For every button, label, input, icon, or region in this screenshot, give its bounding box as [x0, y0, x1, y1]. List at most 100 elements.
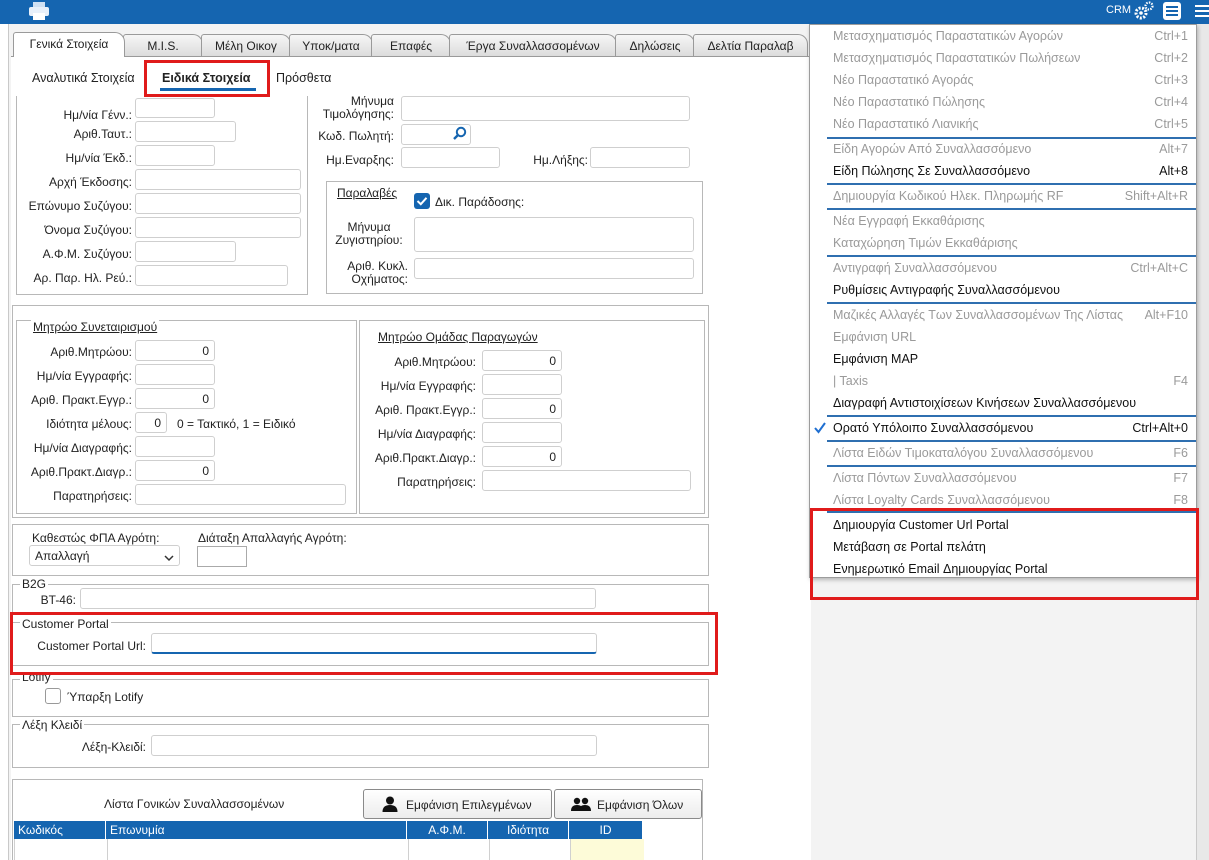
right-panel-edge: [1196, 24, 1209, 860]
menu-item-purchase-transform[interactable]: Μετασχηματισμός Παραστατικών Αγορών Ctrl+…: [810, 25, 1196, 47]
coop-del-act-label: Αριθ.Πρακτ.Διαγρ.:: [30, 465, 132, 479]
subtab-analytic[interactable]: Αναλυτικά Στοιχεία: [32, 71, 135, 85]
prod-act-no-input[interactable]: 0: [482, 398, 562, 419]
id-no-input[interactable]: [135, 121, 236, 142]
menu-item-points-list[interactable]: Λίστα Πόντων Συναλλασσόμενου F7: [810, 467, 1196, 489]
spouse-name-input[interactable]: [135, 217, 301, 238]
lotify-checkbox[interactable]: [45, 688, 61, 704]
prod-act-no-label: Αριθ. Πρακτ.Εγγρ.:: [375, 403, 476, 417]
side-menu-icon[interactable]: [1194, 2, 1209, 20]
printer-icon[interactable]: [28, 2, 50, 20]
vat-exemption-input[interactable]: [197, 546, 247, 567]
menu-item-copy-settings[interactable]: Ρυθμίσεις Αντιγραφής Συναλλασσόμενου: [810, 279, 1196, 301]
show-all-button[interactable]: Εμφάνιση Όλων: [554, 789, 702, 819]
end-date-input[interactable]: [590, 147, 690, 168]
show-all-label: Εμφάνιση Όλων: [597, 798, 684, 812]
col-vat[interactable]: Α.Φ.Μ.: [407, 821, 488, 839]
show-selected-label: Εμφάνιση Επιλεγμένων: [406, 798, 532, 812]
tab-receipts[interactable]: Δελτία Παραλαβ: [693, 34, 808, 56]
billing-message-input[interactable]: [401, 96, 690, 121]
menu-item-copy-customer[interactable]: Αντιγραφή Συναλλασσόμενου Ctrl+Alt+C: [810, 257, 1196, 279]
tab-general[interactable]: Γενικά Στοιχεία: [13, 32, 125, 57]
coop-del-date-label: Ημ/νία Διαγραφής:: [33, 441, 132, 455]
coop-notes-input[interactable]: [135, 484, 346, 505]
spouse-surname-input[interactable]: [135, 193, 301, 214]
menu-item-delete-matches[interactable]: Διαγραφή Αντιστοιχίσεων Κινήσεων Συναλλα…: [810, 392, 1196, 414]
prod-notes-input[interactable]: [482, 470, 691, 491]
grid-line: [107, 839, 108, 860]
scale-message-input[interactable]: [414, 217, 694, 252]
tab-contacts[interactable]: Επαφές: [371, 34, 451, 56]
coop-act-no-input[interactable]: 0: [135, 388, 215, 409]
prod-del-act-input[interactable]: 0: [482, 446, 562, 467]
menu-item-new-retail[interactable]: Νέο Παραστατικό Λιανικής Ctrl+5: [810, 113, 1196, 135]
prod-del-date-input[interactable]: [482, 422, 562, 443]
menu-item-show-map[interactable]: Εμφάνιση MAP: [810, 348, 1196, 370]
menu-item-clearing-prices[interactable]: Καταχώρηση Τιμών Εκκαθάρισης: [810, 232, 1196, 254]
coop-member-type-input[interactable]: 0: [135, 412, 167, 433]
menu-item-taxis[interactable]: | Taxis F4: [810, 370, 1196, 392]
vat-status-select[interactable]: Απαλλαγή: [29, 545, 180, 566]
coop-notes-label: Παρατηρήσεις:: [53, 489, 132, 503]
highlight-portal: [10, 612, 718, 675]
chevron-down-icon: [164, 551, 174, 565]
bt46-input[interactable]: [80, 588, 596, 609]
issuing-authority-input[interactable]: [135, 169, 301, 190]
menu-item-pricelist-items[interactable]: Λίστα Ειδών Τιμοκαταλόγου Συναλλασσόμενο…: [810, 442, 1196, 464]
col-id[interactable]: ID: [569, 821, 643, 839]
menu-item-purchased-items[interactable]: Είδη Αγορών Από Συναλλασσόμενο Alt+7: [810, 138, 1196, 160]
menu-item-new-clearing[interactable]: Νέα Εγγραφή Εκκαθάρισης: [810, 210, 1196, 232]
tab-projects[interactable]: Έργα Συναλλασσομένων: [449, 34, 617, 56]
id-no-label: Αριθ.Ταυτ.:: [73, 127, 132, 141]
table-row[interactable]: [14, 839, 644, 860]
menu-icon[interactable]: [1161, 1, 1183, 21]
col-name[interactable]: Επωνυμία: [106, 821, 407, 839]
prod-del-date-label: Ημ/νία Διαγραφής:: [377, 427, 476, 441]
delivery-right-label: Δικ. Παράδοσης:: [435, 195, 525, 209]
coop-reg-date-input[interactable]: [135, 364, 215, 385]
tab-declarations[interactable]: Δηλώσεις: [615, 34, 695, 56]
prod-reg-date-input[interactable]: [482, 374, 562, 395]
menu-item-visible-balance[interactable]: Ορατό Υπόλοιπο Συναλλασσόμενου Ctrl+Alt+0: [810, 417, 1196, 439]
coop-member-type-label: Ιδιότητα μέλους:: [46, 417, 132, 431]
keyword-input[interactable]: [151, 735, 597, 756]
b2g-legend: B2G: [20, 577, 49, 591]
coop-del-date-input[interactable]: [135, 436, 215, 457]
menu-item-show-url[interactable]: Εμφάνιση URL: [810, 326, 1196, 348]
menu-item-rf-code[interactable]: Δημιουργία Κωδικού Ηλεκ. Πληρωμής RF Shif…: [810, 185, 1196, 207]
grid-line: [489, 839, 490, 860]
coop-del-act-input[interactable]: 0: [135, 460, 215, 481]
lotify-label: Ύπαρξη Lotify: [67, 690, 144, 704]
gear-icon[interactable]: [1133, 1, 1155, 21]
subtab-extra[interactable]: Πρόσθετα: [276, 71, 331, 85]
prod-reg-no-input[interactable]: 0: [482, 350, 562, 371]
menu-item-sold-items[interactable]: Είδη Πώλησης Σε Συναλλασσόμενο Alt+8: [810, 160, 1196, 182]
coop-member-hint: 0 = Τακτικό, 1 = Ειδικό: [177, 417, 296, 431]
salesman-label: Κωδ. Πωλητή:: [318, 129, 394, 143]
vehicle-plate-input[interactable]: [414, 258, 694, 279]
spouse-vat-input[interactable]: [135, 241, 236, 262]
id-cell[interactable]: [570, 839, 644, 860]
birth-date-input[interactable]: [135, 98, 215, 118]
tab-family[interactable]: Μέλη Οικογ: [201, 34, 291, 56]
search-icon[interactable]: [452, 126, 468, 142]
menu-item-new-purchase[interactable]: Νέο Παραστατικό Αγοράς Ctrl+3: [810, 69, 1196, 91]
col-code[interactable]: Κωδικός: [14, 821, 106, 839]
menu-item-sales-transform[interactable]: Μετασχηματισμός Παραστατικών Πωλήσεων Ctr…: [810, 47, 1196, 69]
col-role[interactable]: Ιδιότητα: [488, 821, 569, 839]
coop-act-no-label: Αριθ. Πρακτ.Εγγρ.:: [31, 393, 132, 407]
scale-message-label: Μήνυμα Ζυγιστηρίου:: [335, 220, 403, 247]
menu-item-bulk-changes[interactable]: Μαζικές Αλλαγές Των Συναλλασσομένων Της …: [810, 304, 1196, 326]
issue-date-input[interactable]: [135, 145, 215, 166]
crm-label[interactable]: CRM: [1106, 4, 1131, 16]
tab-mis[interactable]: M.I.S.: [123, 34, 203, 56]
highlight-portal-menu: [810, 508, 1199, 600]
tab-branches[interactable]: Υποκ/ματα: [289, 34, 373, 56]
start-date-input[interactable]: [401, 147, 500, 168]
menu-item-new-sale[interactable]: Νέο Παραστατικό Πώλησης Ctrl+4: [810, 91, 1196, 113]
power-meter-input[interactable]: [135, 265, 288, 286]
delivery-right-checkbox[interactable]: [414, 193, 430, 209]
show-selected-button[interactable]: Εμφάνιση Επιλεγμένων: [363, 789, 552, 819]
start-date-label: Ημ.Εναρξης:: [326, 153, 394, 167]
coop-reg-no-input[interactable]: 0: [135, 340, 215, 361]
